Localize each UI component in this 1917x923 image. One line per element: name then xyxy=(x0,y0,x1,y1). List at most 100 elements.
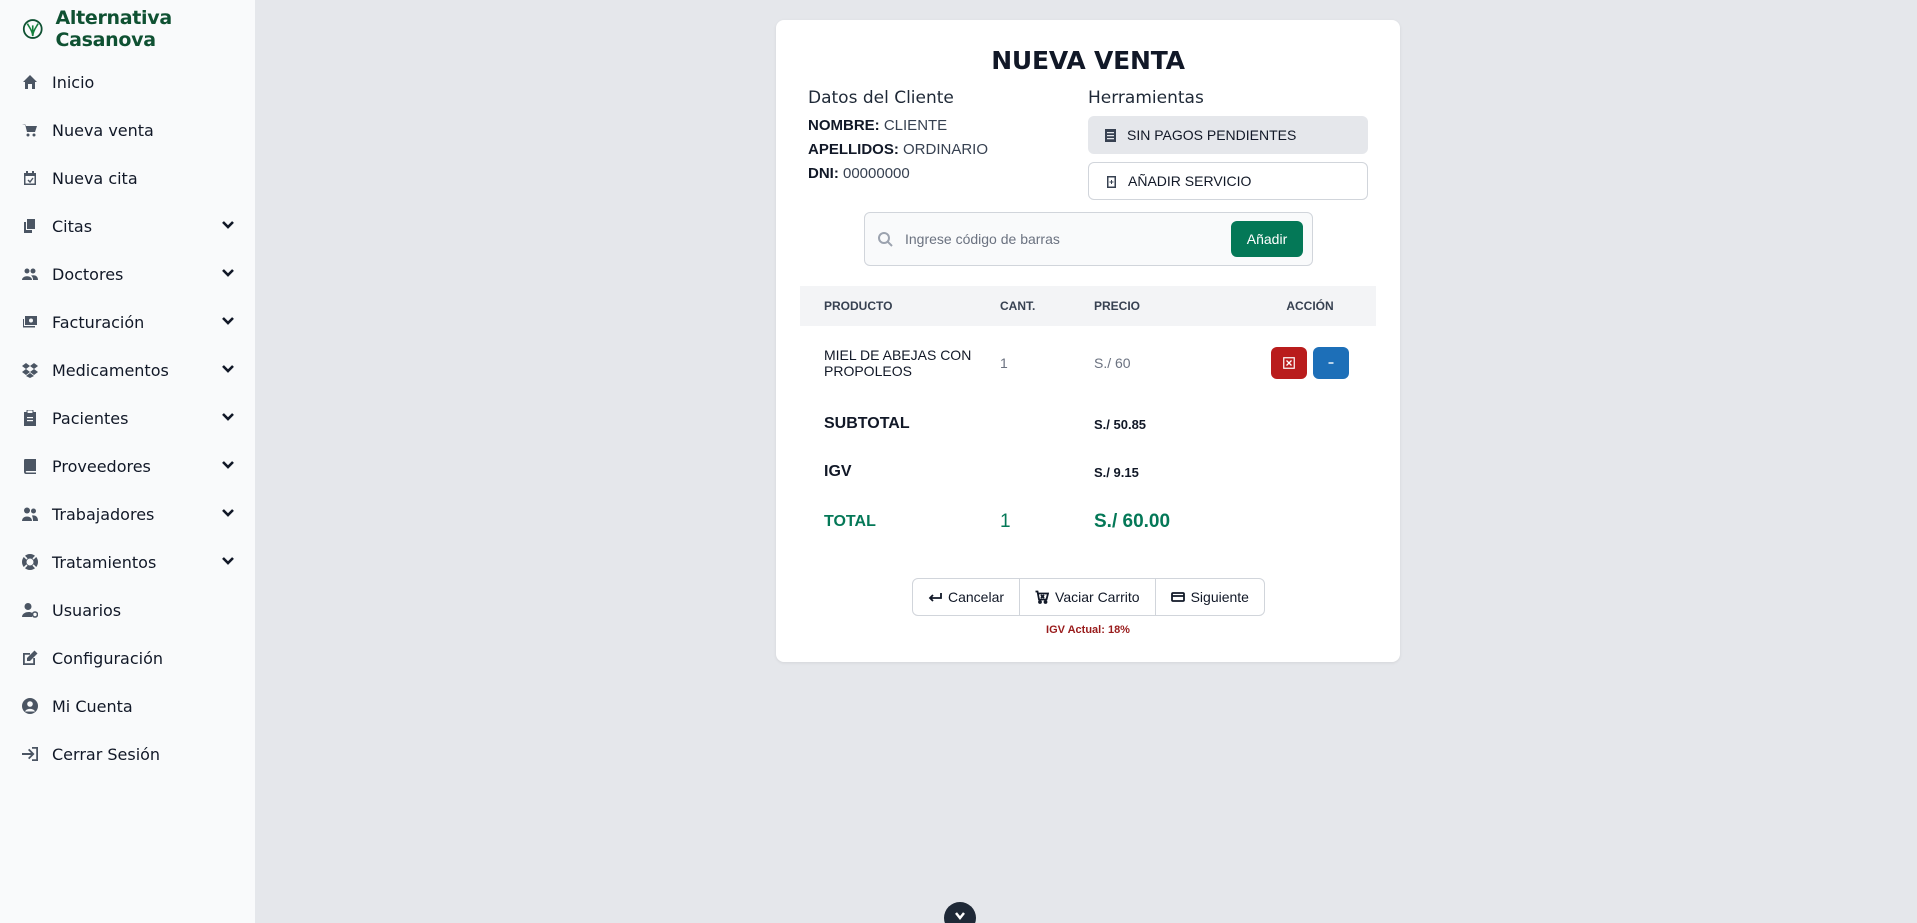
subtotal-value: S./ 50.85 xyxy=(1094,416,1147,432)
sidebar-item-medicamentos[interactable]: Medicamentos xyxy=(0,346,255,394)
book-icon xyxy=(22,458,38,474)
next-button[interactable]: Siguiente xyxy=(1156,579,1264,615)
client-data: Datos del Cliente NOMBRE: CLIENTE APELLI… xyxy=(808,88,988,186)
igv-value: S./ 9.15 xyxy=(1094,464,1139,480)
product-price: S./ 60 xyxy=(1094,355,1131,371)
decrease-qty-button[interactable] xyxy=(1312,347,1349,379)
empty-cart-button[interactable]: Vaciar Carrito xyxy=(1020,579,1156,615)
next-label: Siguiente xyxy=(1190,589,1249,605)
clipboard-plus-icon xyxy=(1107,175,1116,188)
subtotal-row: SUBTOTAL S./ 50.85 xyxy=(800,400,1376,448)
total-value: S./ 60.00 xyxy=(1094,511,1171,532)
sidebar-item-label: Inicio xyxy=(52,72,95,92)
leaf-logo-icon xyxy=(22,19,43,39)
igv-label: IGV xyxy=(824,463,852,480)
floating-toggle-button[interactable] xyxy=(944,902,976,923)
chevron-down-icon xyxy=(221,313,235,332)
sidebar-item-citas[interactable]: Citas xyxy=(0,202,255,250)
sidebar-item-label: Proveedores xyxy=(52,456,151,476)
calendar-icon xyxy=(22,170,38,186)
sidebar-item-nueva-venta[interactable]: Nueva venta xyxy=(0,106,255,154)
chevron-down-icon xyxy=(221,553,235,572)
money-icon xyxy=(22,314,38,330)
sidebar-item-trabajadores[interactable]: Trabajadores xyxy=(0,490,255,538)
sidebar-item-label: Trabajadores xyxy=(52,504,155,524)
clipboard-icon xyxy=(22,410,38,426)
user-cog-icon xyxy=(22,602,38,618)
cart-icon xyxy=(22,122,38,138)
sidebar-nav: Inicio Nueva venta Nueva cita Citas Doct… xyxy=(0,58,255,778)
sidebar-item-cerrar-sesion[interactable]: Cerrar Sesión xyxy=(0,730,255,778)
sidebar-item-label: Medicamentos xyxy=(52,360,169,380)
receipt-icon xyxy=(1105,128,1116,142)
client-dni-label: DNI: xyxy=(808,165,839,182)
add-service-button[interactable]: AÑADIR SERVICIO xyxy=(1088,162,1368,200)
barcode-search: Añadir xyxy=(864,212,1313,266)
close-square-icon xyxy=(1283,357,1295,369)
copy-icon xyxy=(22,218,38,234)
sidebar-item-nueva-cita[interactable]: Nueva cita xyxy=(0,154,255,202)
add-service-label: AÑADIR SERVICIO xyxy=(1128,173,1252,189)
users-icon xyxy=(22,266,38,282)
sidebar-item-label: Facturación xyxy=(52,312,145,332)
return-icon xyxy=(928,593,942,602)
col-price: PRECIO xyxy=(1094,299,1141,313)
sidebar-item-configuracion[interactable]: Configuración xyxy=(0,634,255,682)
tools-heading: Herramientas xyxy=(1088,88,1204,108)
cancel-label: Cancelar xyxy=(948,589,1005,605)
cancel-button[interactable]: Cancelar xyxy=(913,579,1021,615)
search-icon xyxy=(878,232,893,247)
user-group-icon xyxy=(22,506,38,522)
igv-row: IGV S./ 9.15 xyxy=(800,448,1376,496)
tools: Herramientas SIN PAGOS PENDIENTES AÑADIR… xyxy=(1088,88,1368,200)
add-product-button[interactable]: Añadir xyxy=(1231,221,1303,257)
sidebar-item-label: Doctores xyxy=(52,264,124,284)
sidebar-item-label: Cerrar Sesión xyxy=(52,744,161,764)
page-title: NUEVA VENTA xyxy=(991,46,1185,75)
barcode-input[interactable] xyxy=(905,231,1231,247)
sidebar-item-facturacion[interactable]: Facturación xyxy=(0,298,255,346)
sidebar-item-tratamientos[interactable]: Tratamientos xyxy=(0,538,255,586)
chevron-down-icon xyxy=(221,457,235,476)
table-header-row: PRODUCTO CANT. PRECIO ACCIÓN xyxy=(800,286,1376,326)
brand-name: Alternativa Casanova xyxy=(55,7,172,51)
user-circle-icon xyxy=(22,698,38,714)
sidebar-item-label: Configuración xyxy=(52,648,164,668)
col-product: PRODUCTO xyxy=(824,299,893,313)
remove-item-button[interactable] xyxy=(1271,347,1308,379)
col-qty: CANT. xyxy=(1000,299,1036,313)
sidebar-item-mi-cuenta[interactable]: Mi Cuenta xyxy=(0,682,255,730)
sidebar-item-pacientes[interactable]: Pacientes xyxy=(0,394,255,442)
sidebar-item-inicio[interactable]: Inicio xyxy=(0,58,255,106)
client-dni: DNI: 00000000 xyxy=(808,162,988,186)
sidebar: Alternativa Casanova Inicio Nueva venta … xyxy=(0,0,256,923)
home-icon xyxy=(22,74,38,90)
product-actions xyxy=(1244,326,1376,400)
col-action: ACCIÓN xyxy=(1286,299,1334,313)
client-name: NOMBRE: CLIENTE xyxy=(808,114,988,138)
sidebar-item-usuarios[interactable]: Usuarios xyxy=(0,586,255,634)
edit-icon xyxy=(22,650,38,666)
pending-payments-label: SIN PAGOS PENDIENTES xyxy=(1127,127,1297,143)
chevron-down-icon xyxy=(221,217,235,236)
lifebuoy-icon xyxy=(22,554,38,570)
client-heading: Datos del Cliente xyxy=(808,88,954,108)
subtotal-label: SUBTOTAL xyxy=(824,415,910,432)
total-label: TOTAL xyxy=(824,513,876,530)
sidebar-item-label: Usuarios xyxy=(52,600,122,620)
sidebar-item-proveedores[interactable]: Proveedores xyxy=(0,442,255,490)
brand[interactable]: Alternativa Casanova xyxy=(0,0,255,58)
sidebar-item-label: Nueva cita xyxy=(52,168,138,188)
client-surname-value: ORDINARIO xyxy=(903,141,989,158)
total-row: TOTAL 1 S./ 60.00 xyxy=(800,496,1376,548)
sidebar-item-doctores[interactable]: Doctores xyxy=(0,250,255,298)
client-name-label: NOMBRE: xyxy=(808,117,880,134)
pending-payments-button[interactable]: SIN PAGOS PENDIENTES xyxy=(1088,116,1368,154)
igv-rate-note: IGV Actual: 18% xyxy=(1046,624,1130,636)
dropbox-icon xyxy=(22,362,38,378)
sidebar-item-label: Nueva venta xyxy=(52,120,154,140)
client-dni-value: 00000000 xyxy=(843,165,910,182)
total-qty: 1 xyxy=(1000,511,1011,532)
chevron-down-icon xyxy=(955,912,965,921)
new-sale-card: NUEVA VENTA Datos del Cliente NOMBRE: CL… xyxy=(776,20,1400,662)
